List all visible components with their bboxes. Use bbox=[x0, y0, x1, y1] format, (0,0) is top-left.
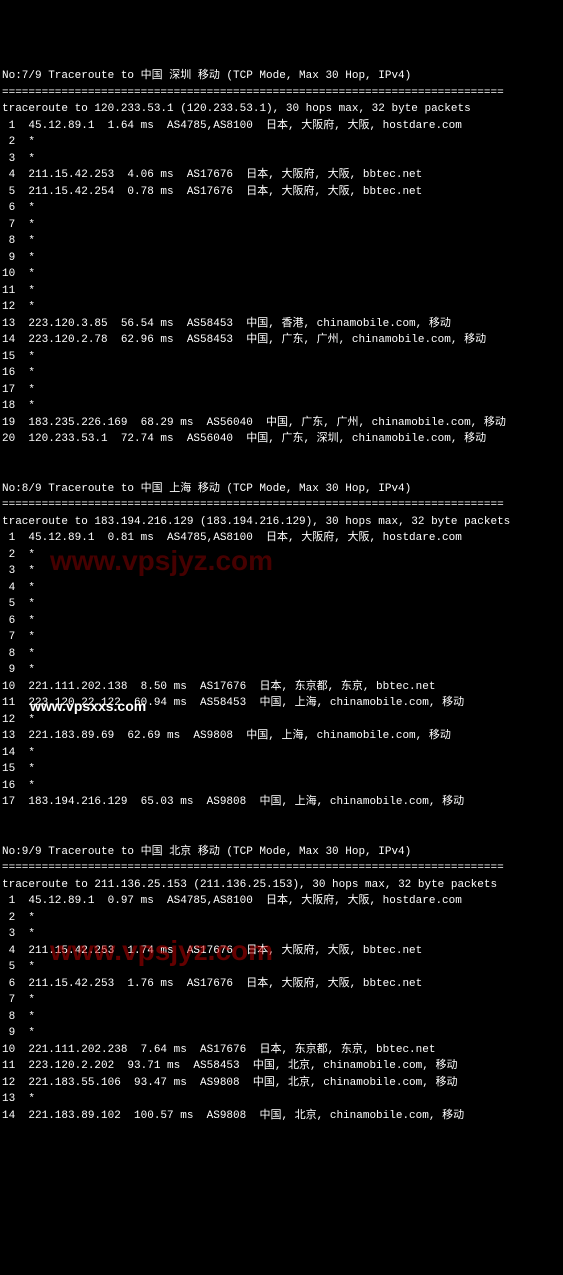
terminal-output: No:7/9 Traceroute to 中国 深圳 移动 (TCP Mode,… bbox=[2, 68, 561, 1124]
